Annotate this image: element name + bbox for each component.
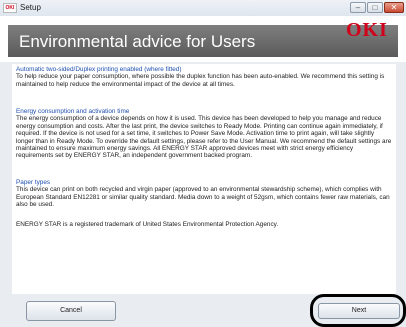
duplex-section-body: To help reduce your paper consumption, w…	[16, 73, 385, 88]
energy-section: Energy consumption and activation time T…	[16, 108, 392, 160]
window-title: Setup	[20, 3, 41, 12]
setup-window: OKI Setup – □ ✕ Environmental advice for…	[0, 0, 406, 327]
content-panel: Automatic two-sided/Duplex printing enab…	[12, 64, 396, 294]
duplex-section-title: Automatic two-sided/Duplex printing enab…	[16, 66, 182, 73]
energy-section-body: The energy consumption of a device depen…	[16, 115, 392, 160]
trademark-note: ENERGY STAR is a registered trademark of…	[16, 221, 392, 228]
title-bar: OKI Setup – □ ✕	[0, 0, 406, 17]
energy-section-title: Energy consumption and activation time	[16, 108, 130, 115]
maximize-button[interactable]: □	[367, 2, 383, 13]
page-title: Environmental advice for Users	[19, 32, 256, 51]
close-button[interactable]: ✕	[384, 2, 404, 13]
oki-logo: OKI	[346, 19, 388, 41]
paper-section-body: This device can print on both recycled a…	[16, 186, 390, 209]
paper-section: Paper types This device can print on bot…	[16, 179, 392, 209]
trademark-text: ENERGY STAR is a registered trademark of…	[16, 221, 279, 228]
cancel-button[interactable]: Cancel	[26, 301, 116, 321]
duplex-section: Automatic two-sided/Duplex printing enab…	[16, 66, 392, 88]
next-button[interactable]: Next	[318, 303, 400, 319]
minimize-button[interactable]: –	[350, 2, 366, 13]
paper-section-title: Paper types	[16, 179, 51, 186]
oki-app-icon: OKI	[3, 3, 17, 13]
